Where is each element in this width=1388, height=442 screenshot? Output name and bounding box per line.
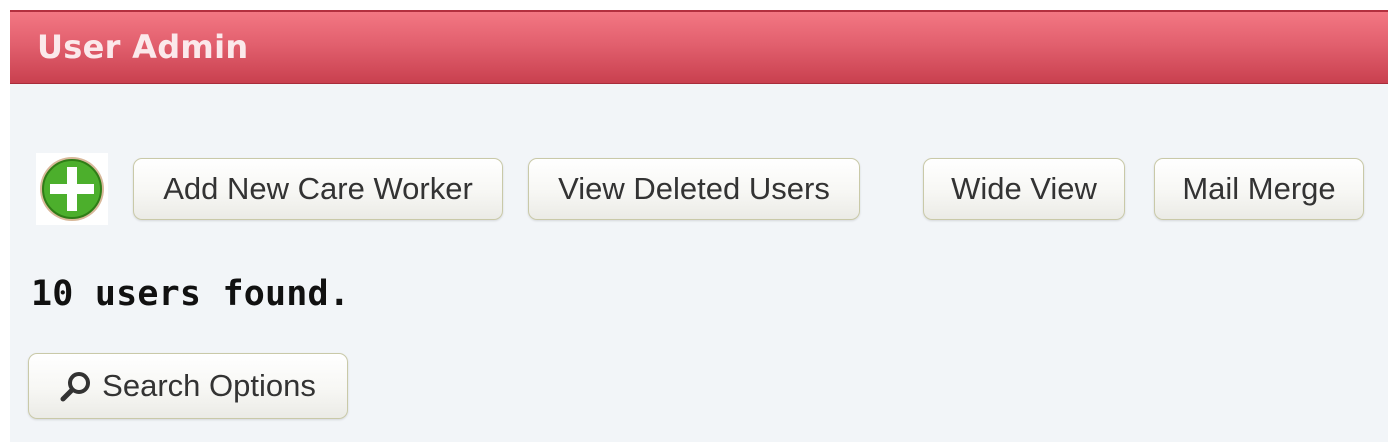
search-options-button[interactable]: Search Options xyxy=(28,353,348,419)
mail-merge-button[interactable]: Mail Merge xyxy=(1154,158,1364,220)
add-circle-icon[interactable] xyxy=(36,153,108,225)
page-title: User Admin xyxy=(37,28,249,66)
header-bar: User Admin xyxy=(10,10,1388,84)
view-deleted-users-button[interactable]: View Deleted Users xyxy=(528,158,860,220)
user-admin-panel: User Admin Add New Care Worker View Dele… xyxy=(10,10,1388,442)
wide-view-button[interactable]: Wide View xyxy=(923,158,1125,220)
search-icon xyxy=(60,370,92,402)
add-new-care-worker-button[interactable]: Add New Care Worker xyxy=(133,158,503,220)
search-options-label: Search Options xyxy=(102,368,316,403)
users-found-count: 10 users found. xyxy=(31,274,351,314)
